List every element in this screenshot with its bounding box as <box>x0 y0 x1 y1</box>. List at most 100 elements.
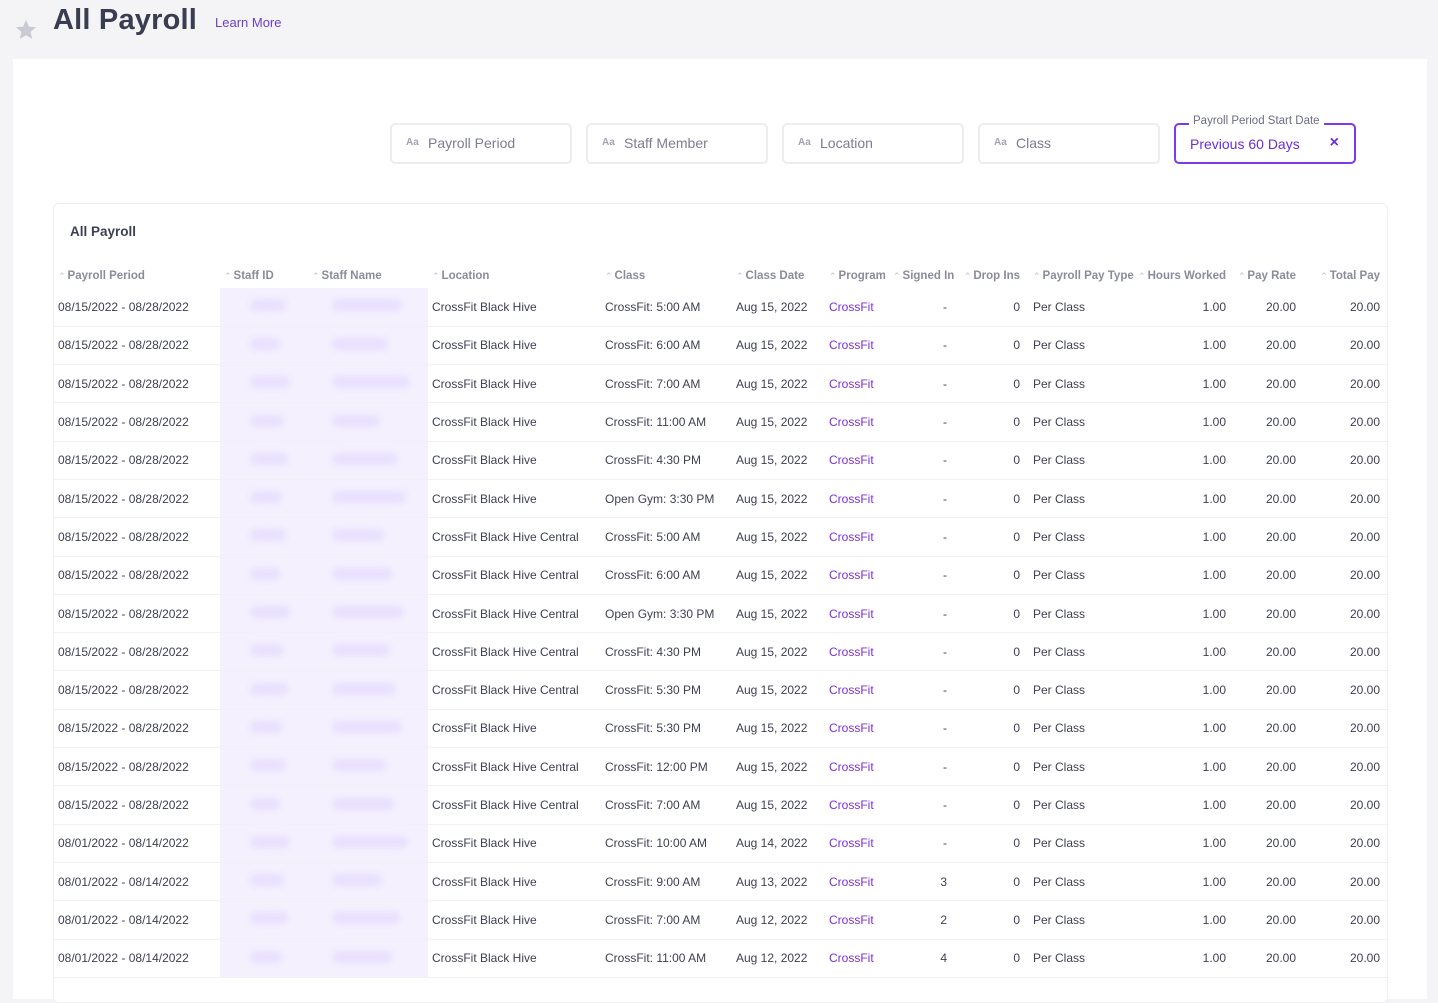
cell-staff-id <box>220 288 308 327</box>
learn-more-link[interactable]: Learn More <box>215 15 281 30</box>
staff-member-filter[interactable]: Aa Staff Member <box>586 123 768 164</box>
table-row[interactable]: 08/01/2022 - 08/14/2022 CrossFit Black Hi… <box>54 824 1389 863</box>
cell-staff-name <box>308 517 428 557</box>
column-header-drop-ins[interactable]: ⌃ Drop Ins <box>956 264 1029 288</box>
column-header-class[interactable]: ⌃ Class <box>601 264 732 288</box>
cell-location: CrossFit Black Hive <box>428 939 601 978</box>
table-row[interactable]: 08/15/2022 - 08/28/2022 CrossFit Black Hi… <box>54 402 1389 442</box>
table-row[interactable]: 08/15/2022 - 08/28/2022 CrossFit Black Hi… <box>54 594 1389 634</box>
payroll-period-start-date-filter[interactable]: Payroll Period Start Date Previous 60 Da… <box>1174 115 1356 164</box>
sort-icon: ⌃ <box>432 271 440 281</box>
column-header-signed-in[interactable]: ⌃ Signed In <box>893 264 956 288</box>
cell-location: CrossFit Black Hive <box>428 862 601 902</box>
table-row[interactable]: 08/15/2022 - 08/28/2022 CrossFit Black Hi… <box>54 479 1389 519</box>
table-row[interactable]: 08/15/2022 - 08/28/2022 CrossFit Black Hi… <box>54 785 1389 825</box>
cell-program[interactable]: CrossFit <box>825 556 893 595</box>
cell-program[interactable]: CrossFit <box>825 594 893 634</box>
cell-program[interactable]: CrossFit <box>825 517 893 557</box>
sort-icon: ⌃ <box>829 271 837 281</box>
table-row[interactable]: 08/15/2022 - 08/28/2022 CrossFit Black Hi… <box>54 632 1389 672</box>
payroll-period-filter[interactable]: Aa Payroll Period <box>390 123 572 164</box>
cell-staff-id <box>220 939 308 978</box>
cell-program[interactable]: CrossFit <box>825 939 893 978</box>
column-header-location[interactable]: ⌃ Location <box>428 264 601 288</box>
cell-class-date: Aug 15, 2022 <box>732 556 825 595</box>
cell-program[interactable]: CrossFit <box>825 632 893 672</box>
column-header-staff-id[interactable]: ⌃ Staff ID <box>220 264 308 288</box>
star-icon[interactable] <box>14 18 38 42</box>
redacted-value <box>332 414 380 427</box>
text-type-icon: Aa <box>406 137 419 148</box>
cell-signed-in: - <box>893 747 956 787</box>
cell-program[interactable]: CrossFit <box>825 479 893 519</box>
cell-location: CrossFit Black Hive Central <box>428 670 601 710</box>
table-row[interactable]: 08/15/2022 - 08/28/2022 CrossFit Black Hi… <box>54 364 1389 404</box>
close-icon[interactable]: × <box>1330 134 1339 152</box>
cell-total-pay: 20.00 <box>1305 556 1389 595</box>
cell-payroll-pay-type: Per Class <box>1029 479 1138 519</box>
cell-total-pay: 20.00 <box>1305 747 1389 787</box>
cell-program[interactable]: CrossFit <box>825 288 893 327</box>
cell-drop-ins: 0 <box>956 747 1029 787</box>
cell-program[interactable]: CrossFit <box>825 441 893 480</box>
cell-staff-id <box>220 747 308 787</box>
cell-program[interactable]: CrossFit <box>825 326 893 366</box>
table-row[interactable]: 08/15/2022 - 08/28/2022 CrossFit Black Hi… <box>54 517 1389 557</box>
filter-placeholder: Staff Member <box>624 135 708 151</box>
column-header-label: Payroll Pay Type <box>1042 270 1134 282</box>
column-header-label: Pay Rate <box>1247 270 1296 282</box>
redacted-value <box>332 644 390 657</box>
class-filter[interactable]: Aa Class <box>978 123 1160 164</box>
column-header-hours-worked[interactable]: ⌃ Hours Worked <box>1138 264 1235 288</box>
table-row[interactable]: 08/01/2022 - 08/14/2022 CrossFit Black Hi… <box>54 900 1389 940</box>
column-header-program[interactable]: ⌃ Program <box>825 264 893 288</box>
location-filter[interactable]: Aa Location <box>782 123 964 164</box>
table-row[interactable]: 08/01/2022 - 08/14/2022 CrossFit Black Hi… <box>54 939 1389 978</box>
column-header-staff-name[interactable]: ⌃ Staff Name <box>308 264 428 288</box>
column-header-class-date[interactable]: ⌃ Class Date <box>732 264 825 288</box>
cell-program[interactable]: CrossFit <box>825 709 893 749</box>
cell-class-date: Aug 14, 2022 <box>732 824 825 863</box>
table-row[interactable]: 08/15/2022 - 08/28/2022 CrossFit Black Hi… <box>54 747 1389 787</box>
table-row[interactable]: 08/15/2022 - 08/28/2022 CrossFit Black Hi… <box>54 670 1389 710</box>
table-row[interactable]: 08/15/2022 - 08/28/2022 CrossFit Black Hi… <box>54 441 1389 480</box>
column-header-total-pay[interactable]: ⌃ Total Pay <box>1305 264 1389 288</box>
table-row[interactable]: 08/15/2022 - 08/28/2022 CrossFit Black Hi… <box>54 326 1389 366</box>
redacted-value <box>250 950 282 963</box>
cell-class-date: Aug 15, 2022 <box>732 785 825 825</box>
cell-signed-in: - <box>893 632 956 672</box>
cell-program[interactable]: CrossFit <box>825 785 893 825</box>
cell-pay-rate: 20.00 <box>1235 900 1305 940</box>
cell-drop-ins: 0 <box>956 517 1029 557</box>
column-header-label: Drop Ins <box>973 270 1020 282</box>
cell-program[interactable]: CrossFit <box>825 900 893 940</box>
cell-program[interactable]: CrossFit <box>825 402 893 442</box>
table-row[interactable]: 08/15/2022 - 08/28/2022 CrossFit Black Hi… <box>54 556 1389 595</box>
cell-staff-id <box>220 824 308 863</box>
cell-payroll-pay-type: Per Class <box>1029 441 1138 480</box>
cell-signed-in: - <box>893 441 956 480</box>
table-row[interactable]: 08/01/2022 - 08/14/2022 CrossFit Black Hi… <box>54 862 1389 902</box>
cell-program[interactable]: CrossFit <box>825 824 893 863</box>
cell-total-pay: 20.00 <box>1305 824 1389 863</box>
cell-hours-worked: 1.00 <box>1138 402 1235 442</box>
cell-hours-worked: 1.00 <box>1138 441 1235 480</box>
cell-program[interactable]: CrossFit <box>825 670 893 710</box>
cell-program[interactable]: CrossFit <box>825 364 893 404</box>
cell-payroll-period: 08/15/2022 - 08/28/2022 <box>54 632 220 672</box>
redacted-value <box>332 491 406 504</box>
cell-total-pay: 20.00 <box>1305 326 1389 366</box>
column-header-payroll-pay-type[interactable]: ⌃ Payroll Pay Type <box>1029 264 1138 288</box>
cell-program[interactable]: CrossFit <box>825 747 893 787</box>
cell-payroll-period: 08/15/2022 - 08/28/2022 <box>54 747 220 787</box>
cell-payroll-pay-type: Per Class <box>1029 594 1138 634</box>
table-row[interactable]: 08/15/2022 - 08/28/2022 CrossFit Black Hi… <box>54 709 1389 749</box>
cell-pay-rate: 20.00 <box>1235 479 1305 519</box>
cell-payroll-pay-type: Per Class <box>1029 326 1138 366</box>
cell-staff-name <box>308 670 428 710</box>
cell-drop-ins: 0 <box>956 824 1029 863</box>
column-header-payroll-period[interactable]: ⌃ Payroll Period <box>54 264 220 288</box>
column-header-pay-rate[interactable]: ⌃ Pay Rate <box>1235 264 1305 288</box>
table-row[interactable]: 08/15/2022 - 08/28/2022 CrossFit Black Hi… <box>54 288 1389 327</box>
cell-program[interactable]: CrossFit <box>825 862 893 902</box>
